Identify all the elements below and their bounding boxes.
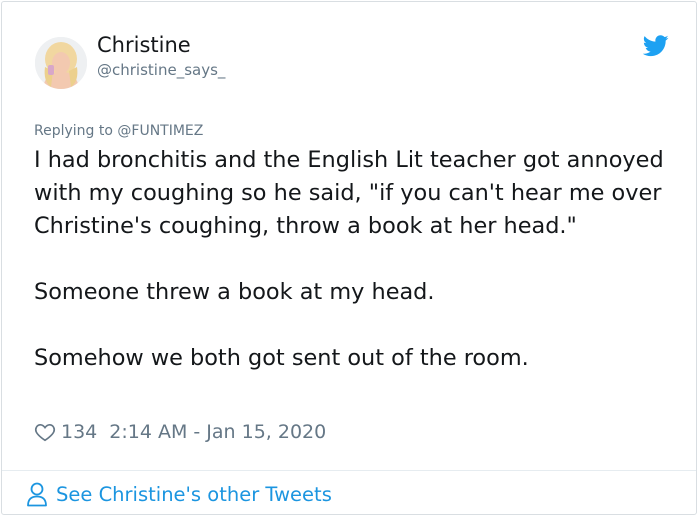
avatar[interactable] <box>35 37 87 89</box>
tweet-timestamp[interactable]: 2:14 AM - Jan 15, 2020 <box>109 421 326 443</box>
author-name[interactable]: Christine <box>97 33 191 57</box>
tweet-text: I had bronchitis and the English Lit tea… <box>34 144 674 375</box>
tweet-paragraph: I had bronchitis and the English Lit tea… <box>34 147 664 239</box>
avatar-image <box>35 37 87 89</box>
replying-to-prefix: Replying to <box>34 123 113 139</box>
tweet-paragraph: Somehow we both got sent out of the room… <box>34 345 529 371</box>
replying-to: Replying to @FUNTIMEZ <box>34 123 203 139</box>
reply-mention-link[interactable]: @FUNTIMEZ <box>117 123 203 139</box>
heart-icon[interactable] <box>34 421 56 443</box>
divider <box>2 470 696 471</box>
tweet-paragraph: Someone threw a book at my head. <box>34 279 435 305</box>
tweet-card: Christine @christine_says_ Replying to @… <box>1 1 697 515</box>
see-other-tweets-link[interactable]: See Christine's other Tweets <box>26 481 332 507</box>
tweet-meta: 134 2:14 AM - Jan 15, 2020 <box>34 418 326 446</box>
author-handle[interactable]: @christine_says_ <box>97 61 225 79</box>
like-count[interactable]: 134 <box>61 421 97 443</box>
person-icon <box>27 482 47 507</box>
see-other-tweets-label[interactable]: See Christine's other Tweets <box>56 483 332 506</box>
twitter-bird-icon[interactable] <box>643 35 669 57</box>
